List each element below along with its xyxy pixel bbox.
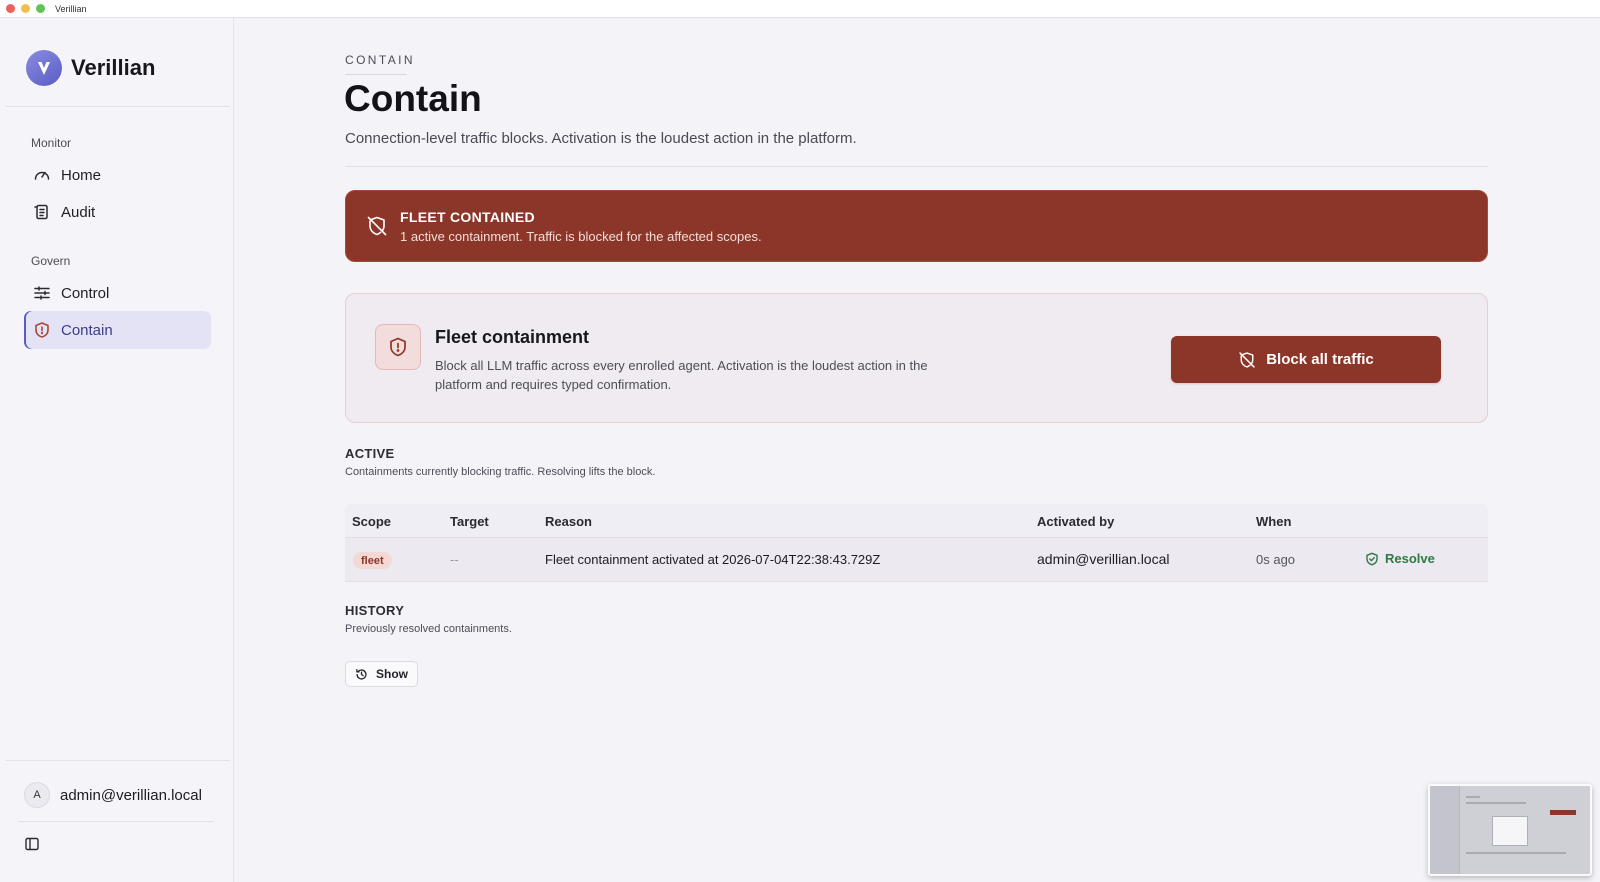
when-cell: 0s ago — [1256, 552, 1296, 567]
minimize-window-button[interactable] — [21, 4, 30, 13]
thumbnail-line — [1466, 796, 1480, 798]
scope-badge: fleet — [353, 552, 392, 569]
column-header-reason: Reason — [545, 514, 592, 529]
window-title: Verillian — [55, 3, 87, 14]
shield-check-icon — [1365, 552, 1379, 566]
main-content: CONTAIN Contain Connection-level traffic… — [234, 18, 1600, 882]
reason-cell: Fleet containment activated at 2026-07-0… — [545, 552, 881, 567]
fleet-contained-banner: FLEET CONTAINED 1 active containment. Tr… — [345, 190, 1488, 262]
activated-by-cell: admin@verillian.local — [1037, 551, 1170, 567]
thumbnail-sidebar — [1430, 786, 1460, 874]
column-header-activated-by: Activated by — [1037, 514, 1115, 529]
column-header-target: Target — [450, 514, 489, 529]
page-eyebrow: CONTAIN — [345, 53, 415, 67]
thumbnail-button — [1550, 810, 1576, 815]
shield-alert-icon — [375, 324, 421, 370]
sidebar-item-label: Contain — [61, 321, 113, 339]
sidebar-item-contain[interactable]: Contain — [24, 311, 211, 349]
user-email: admin@verillian.local — [60, 786, 202, 804]
column-header-when: When — [1256, 514, 1292, 529]
verillian-logo-icon — [26, 49, 62, 86]
history-section-title: HISTORY — [345, 603, 405, 618]
brand-name: Verillian — [71, 54, 156, 80]
sidebar-item-label: Control — [61, 284, 110, 302]
header-divider — [345, 166, 1488, 167]
resolve-label: Resolve — [1385, 551, 1435, 566]
close-window-button[interactable] — [6, 4, 15, 13]
button-label: Block all traffic — [1266, 351, 1374, 368]
card-title: Fleet containment — [435, 327, 590, 347]
sidebar-divider — [6, 760, 230, 761]
sidebar-item-audit[interactable]: Audit — [24, 193, 211, 231]
banner-title: FLEET CONTAINED — [400, 208, 535, 225]
avatar: A — [24, 782, 50, 808]
block-all-traffic-button[interactable]: Block all traffic — [1171, 336, 1441, 383]
brand[interactable]: Verillian — [6, 29, 230, 107]
banner-subtitle: 1 active containment. Traffic is blocked… — [400, 228, 762, 244]
history-icon — [355, 668, 368, 681]
sidebar-toggle-icon[interactable] — [24, 836, 40, 852]
column-header-scope: Scope — [352, 514, 392, 529]
table-row: fleet -- Fleet containment activated at … — [345, 538, 1488, 582]
nav-section-monitor: Monitor — [31, 136, 72, 150]
sidebar-item-label: Home — [61, 166, 102, 184]
page-subtitle: Connection-level traffic blocks. Activat… — [345, 130, 857, 147]
nav-section-govern: Govern — [31, 254, 71, 268]
gauge-icon — [33, 166, 51, 184]
zoom-window-button[interactable] — [36, 4, 45, 13]
scroll-icon — [33, 203, 51, 221]
history-section-subtitle: Previously resolved containments. — [345, 623, 512, 635]
thumbnail-modal — [1492, 816, 1528, 846]
shield-alert-icon — [33, 321, 51, 339]
card-description: Block all LLM traffic across every enrol… — [435, 358, 928, 392]
window-titlebar: Verillian — [0, 0, 1600, 18]
thumbnail-line — [1466, 802, 1526, 804]
sliders-icon — [33, 284, 51, 302]
resolve-button[interactable]: Resolve — [1365, 551, 1435, 566]
page-title: Contain — [344, 78, 482, 119]
eyebrow-underline — [345, 74, 407, 75]
thumbnail-line — [1466, 852, 1566, 854]
active-containments-table: Scope Target Reason Activated by When fl… — [345, 504, 1488, 582]
target-cell: -- — [450, 552, 459, 567]
sidebar-item-home[interactable]: Home — [24, 156, 211, 194]
fleet-containment-card: Fleet containment Block all LLM traffic … — [345, 293, 1488, 423]
active-section-title: ACTIVE — [345, 446, 395, 461]
button-label: Show — [376, 667, 408, 681]
sidebar-item-label: Audit — [61, 203, 96, 221]
active-section-subtitle: Containments currently blocking traffic.… — [345, 466, 656, 478]
screenshot-thumbnail[interactable] — [1428, 784, 1592, 876]
shield-off-icon — [1238, 351, 1256, 369]
table-header: Scope Target Reason Activated by When — [345, 504, 1488, 538]
shield-off-icon — [366, 215, 388, 237]
sidebar: Verillian Monitor Home Audit Govern Cont… — [0, 18, 234, 882]
sidebar-divider — [18, 821, 214, 822]
user-menu[interactable]: A admin@verillian.local — [24, 782, 202, 808]
sidebar-item-control[interactable]: Control — [24, 274, 211, 312]
show-history-button[interactable]: Show — [345, 661, 418, 687]
